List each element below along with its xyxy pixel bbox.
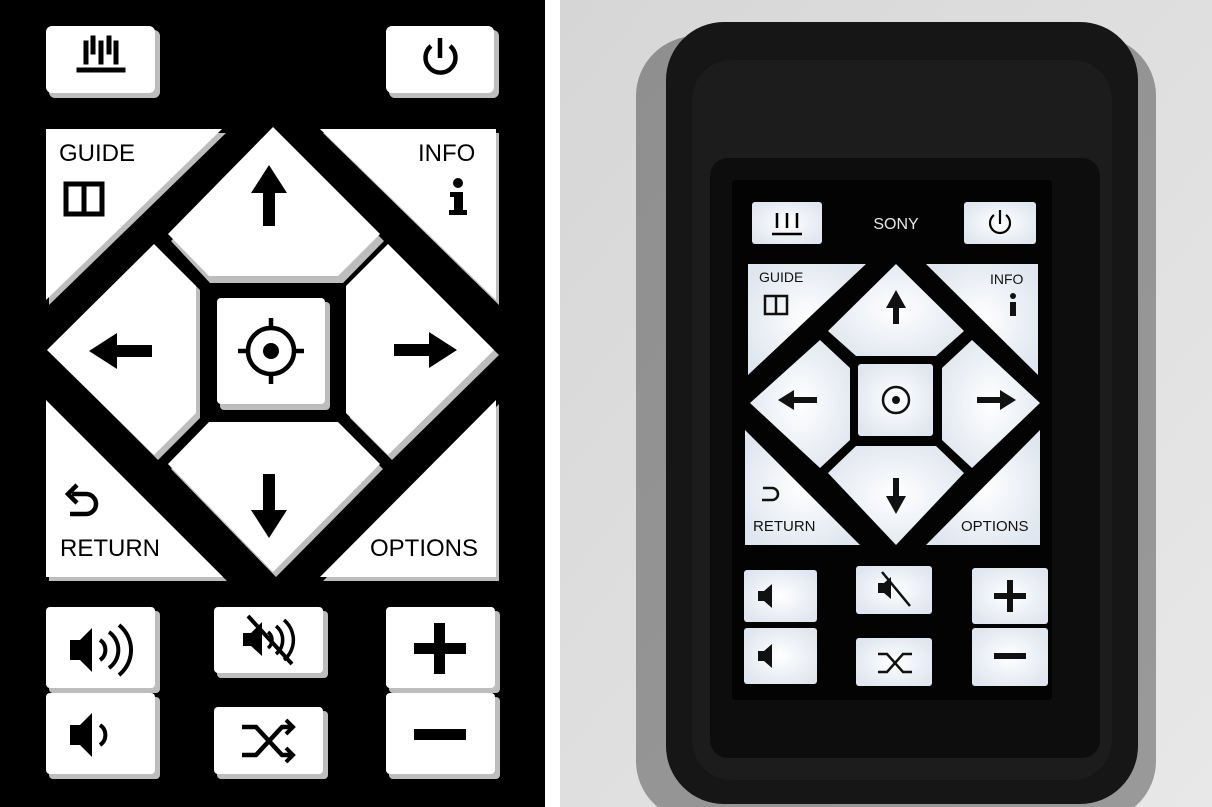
options-label: OPTIONS: [370, 535, 478, 562]
minus-icon: [414, 729, 466, 740]
photo-info-label: INFO: [990, 271, 1024, 287]
photo-target-dot: [892, 396, 900, 404]
return-label: RETURN: [60, 535, 160, 562]
volume-down-button[interactable]: [46, 693, 160, 779]
photo-mute-button: [856, 566, 932, 614]
remote-screen-canvas: GUIDE INFO RETURN OPTIONS: [46, 26, 500, 779]
mute-button[interactable]: [214, 607, 328, 678]
photo-volume-down-button: [744, 628, 817, 684]
shuffle-button[interactable]: [214, 707, 328, 779]
input-source-button[interactable]: [46, 26, 160, 98]
photo-options-label: OPTIONS: [961, 518, 1029, 535]
minus-button[interactable]: [386, 693, 500, 779]
panel-divider: [545, 0, 560, 807]
photo-volume-up-button: [744, 570, 817, 622]
photo-info-icon: [1010, 293, 1016, 316]
device-photo-canvas: SONY GUIDE INFO RETURN OPTIONS: [560, 0, 1212, 807]
device-screen: SONY GUIDE INFO RETURN OPTIONS: [732, 180, 1052, 700]
target-center-dot: [263, 343, 279, 359]
plus-button[interactable]: [386, 607, 500, 693]
brand-label: SONY: [873, 216, 919, 233]
ok-button[interactable]: [217, 298, 330, 410]
guide-label: GUIDE: [59, 140, 135, 167]
photo-minus-icon: [994, 653, 1026, 659]
volume-up-button[interactable]: [46, 607, 160, 693]
power-button[interactable]: [386, 26, 499, 98]
device-photo: SONY GUIDE INFO RETURN OPTIONS: [560, 0, 1212, 807]
info-label: INFO: [418, 140, 475, 167]
remote-screen: GUIDE INFO RETURN OPTIONS: [0, 0, 545, 807]
photo-return-label: RETURN: [753, 518, 816, 535]
photo-guide-label: GUIDE: [759, 269, 803, 285]
